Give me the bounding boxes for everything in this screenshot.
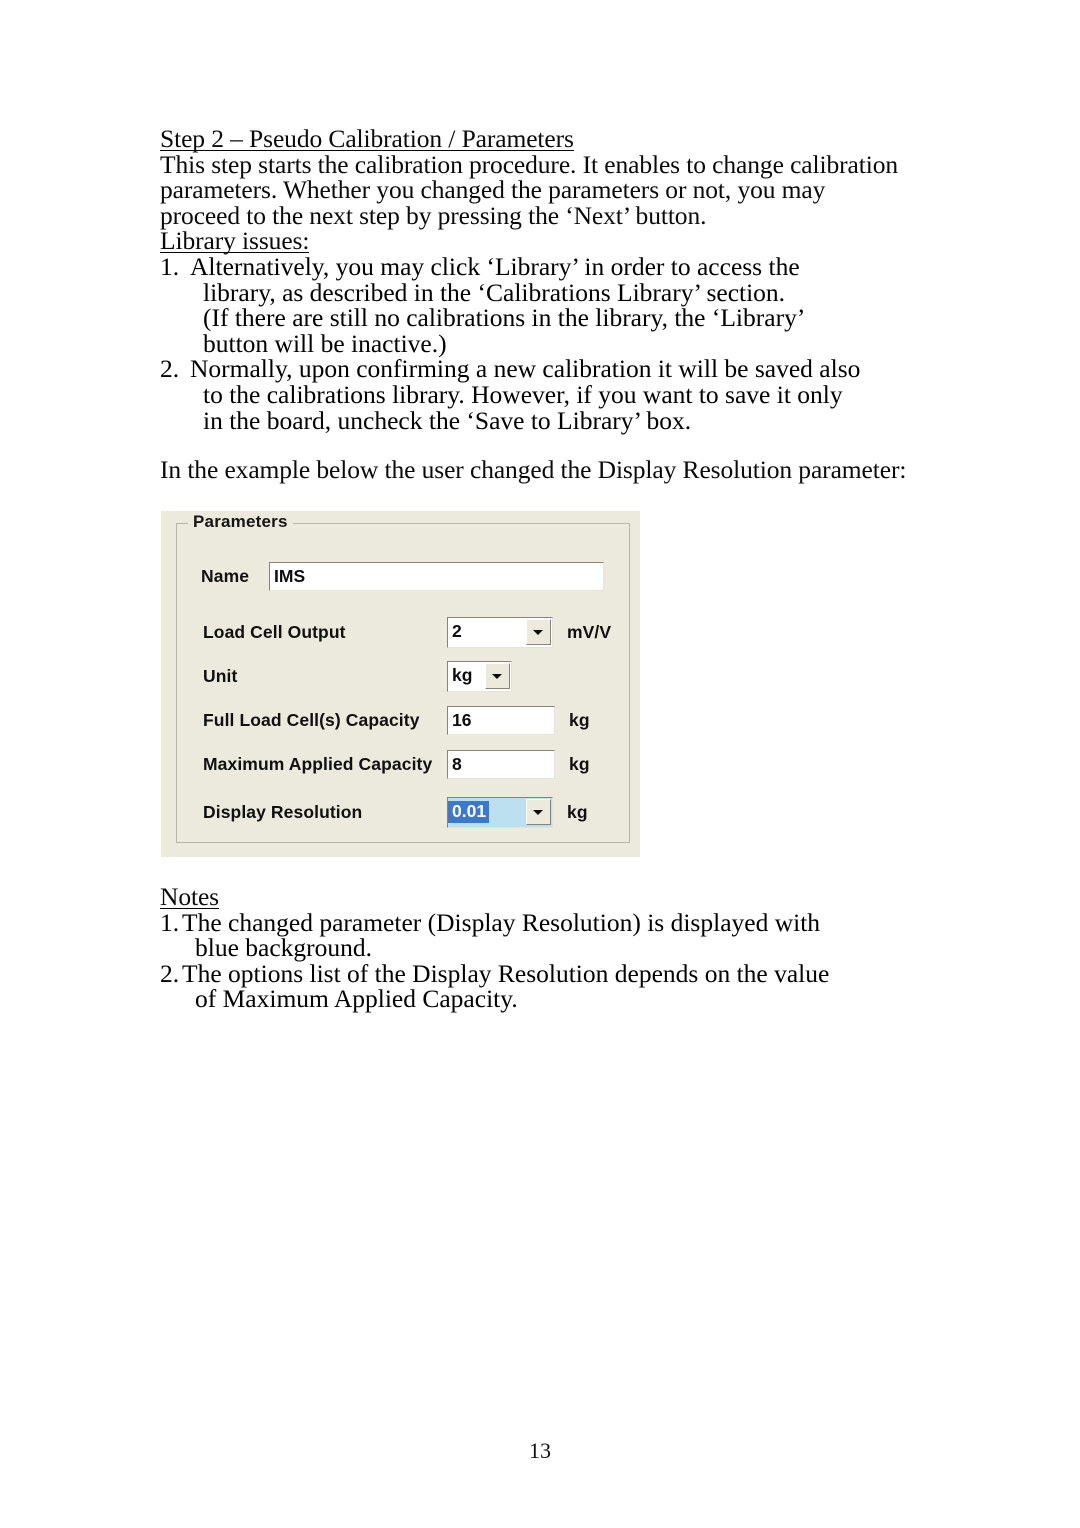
maximum-applied-capacity-unit: kg	[569, 753, 590, 774]
groupbox-title: Parameters	[188, 512, 293, 532]
chevron-down-icon	[492, 673, 502, 679]
list-item-line: Normally, upon confirming a new calibrat…	[190, 354, 861, 384]
list-item-text: The changed parameter (Display Resolutio…	[182, 907, 950, 963]
intro-line-3: proceed to the next step by pressing the…	[160, 200, 707, 230]
display-resolution-unit: kg	[567, 801, 588, 822]
load-cell-output-dropdown-button[interactable]	[525, 619, 551, 645]
load-cell-output-unit: mV/V	[567, 621, 612, 642]
list-item-text: Normally, upon confirming a new calibrat…	[190, 356, 950, 433]
field-row-maximum-applied-capacity: Maximum Applied Capacity 8 kg	[203, 747, 623, 781]
list-item-number: 1.	[160, 251, 180, 281]
list-item-line: to the calibrations library. However, if…	[203, 379, 843, 409]
list-item: 2. The options list of the Display Resol…	[160, 961, 950, 1012]
unit-dropdown-button[interactable]	[484, 663, 510, 689]
list-item-line: button will be inactive.)	[203, 328, 447, 358]
field-row-full-load-capacity: Full Load Cell(s) Capacity 16 kg	[203, 703, 623, 737]
unit-combobox[interactable]: kg	[447, 660, 512, 692]
maximum-applied-capacity-input[interactable]: 8	[447, 749, 555, 779]
parameters-dialog: Parameters Name IMS Load Cell Output 2 m…	[161, 511, 640, 857]
section-heading: Step 2 – Pseudo Calibration / Parameters	[160, 126, 950, 152]
full-load-capacity-unit: kg	[569, 709, 590, 730]
load-cell-output-label: Load Cell Output	[203, 621, 346, 642]
unit-value: kg	[452, 667, 473, 685]
list-item-text: The options list of the Display Resoluti…	[182, 961, 950, 1012]
field-row-display-resolution: Display Resolution 0.01 kg	[203, 795, 623, 829]
list-item-number: 1.	[160, 907, 180, 937]
library-issues-heading-text: Library issues:	[160, 226, 310, 256]
list-item: 1. Alternatively, you may click ‘Library…	[160, 254, 950, 356]
intro-line-1: This step starts the calibration procedu…	[160, 149, 899, 179]
intro-line-2: parameters. Whether you changed the para…	[160, 175, 826, 205]
list-item: 2. Normally, upon confirming a new calib…	[160, 356, 950, 433]
list-item-line: (If there are still no calibrations in t…	[203, 303, 806, 333]
intro-paragraph: This step starts the calibration procedu…	[160, 149, 950, 230]
notes-heading-text: Notes	[160, 882, 219, 911]
full-load-capacity-label: Full Load Cell(s) Capacity	[203, 709, 420, 730]
load-cell-output-value: 2	[452, 623, 462, 641]
field-row-name: Name IMS	[201, 559, 616, 593]
section-heading-text: Step 2 – Pseudo Calibration / Parameters	[160, 124, 574, 153]
field-row-load-cell-output: Load Cell Output 2 mV/V	[203, 615, 623, 649]
notes-section: Notes 1. The changed parameter (Display …	[160, 884, 950, 1012]
list-item-line: in the board, uncheck the ‘Save to Libra…	[203, 405, 692, 435]
display-resolution-value-wrap: 0.01	[448, 801, 526, 823]
name-label: Name	[201, 565, 250, 586]
page-number: 13	[529, 1438, 551, 1463]
field-row-unit: Unit kg	[203, 659, 623, 693]
notes-list: 1. The changed parameter (Display Resolu…	[160, 907, 950, 1012]
list-item: 1. The changed parameter (Display Resolu…	[160, 907, 950, 963]
list-item-line: The options list of the Display Resoluti…	[182, 958, 830, 988]
name-input[interactable]: IMS	[269, 561, 604, 591]
document-text-body: Step 2 – Pseudo Calibration / Parameters…	[160, 126, 950, 483]
list-item-line: blue background.	[195, 933, 373, 963]
maximum-applied-capacity-label: Maximum Applied Capacity	[203, 753, 433, 774]
notes-heading: Notes	[160, 884, 950, 910]
list-item-line: The changed parameter (Display Resolutio…	[182, 907, 821, 937]
example-caption-text: In the example below the user changed th…	[160, 455, 907, 485]
list-item-number: 2.	[160, 354, 180, 384]
chevron-down-icon	[533, 629, 543, 635]
display-resolution-dropdown-button[interactable]	[525, 799, 551, 825]
list-item-number: 2.	[160, 958, 180, 988]
list-item-line: Alternatively, you may click ‘Library’ i…	[190, 251, 800, 281]
full-load-capacity-input[interactable]: 16	[447, 705, 555, 735]
example-caption: In the example below the user changed th…	[160, 457, 950, 483]
library-issues-list: 1. Alternatively, you may click ‘Library…	[160, 254, 950, 433]
display-resolution-combobox[interactable]: 0.01	[447, 796, 553, 828]
library-issues-heading: Library issues:	[160, 228, 950, 254]
list-item-line: of Maximum Applied Capacity.	[195, 984, 518, 1014]
list-item-text: Alternatively, you may click ‘Library’ i…	[190, 254, 950, 356]
display-resolution-value: 0.01	[448, 801, 490, 823]
load-cell-output-combobox[interactable]: 2	[447, 616, 553, 648]
unit-label-text: Unit	[203, 665, 238, 686]
display-resolution-label: Display Resolution	[203, 801, 363, 822]
list-item-line: library, as described in the ‘Calibratio…	[203, 277, 786, 307]
chevron-down-icon	[533, 809, 543, 815]
